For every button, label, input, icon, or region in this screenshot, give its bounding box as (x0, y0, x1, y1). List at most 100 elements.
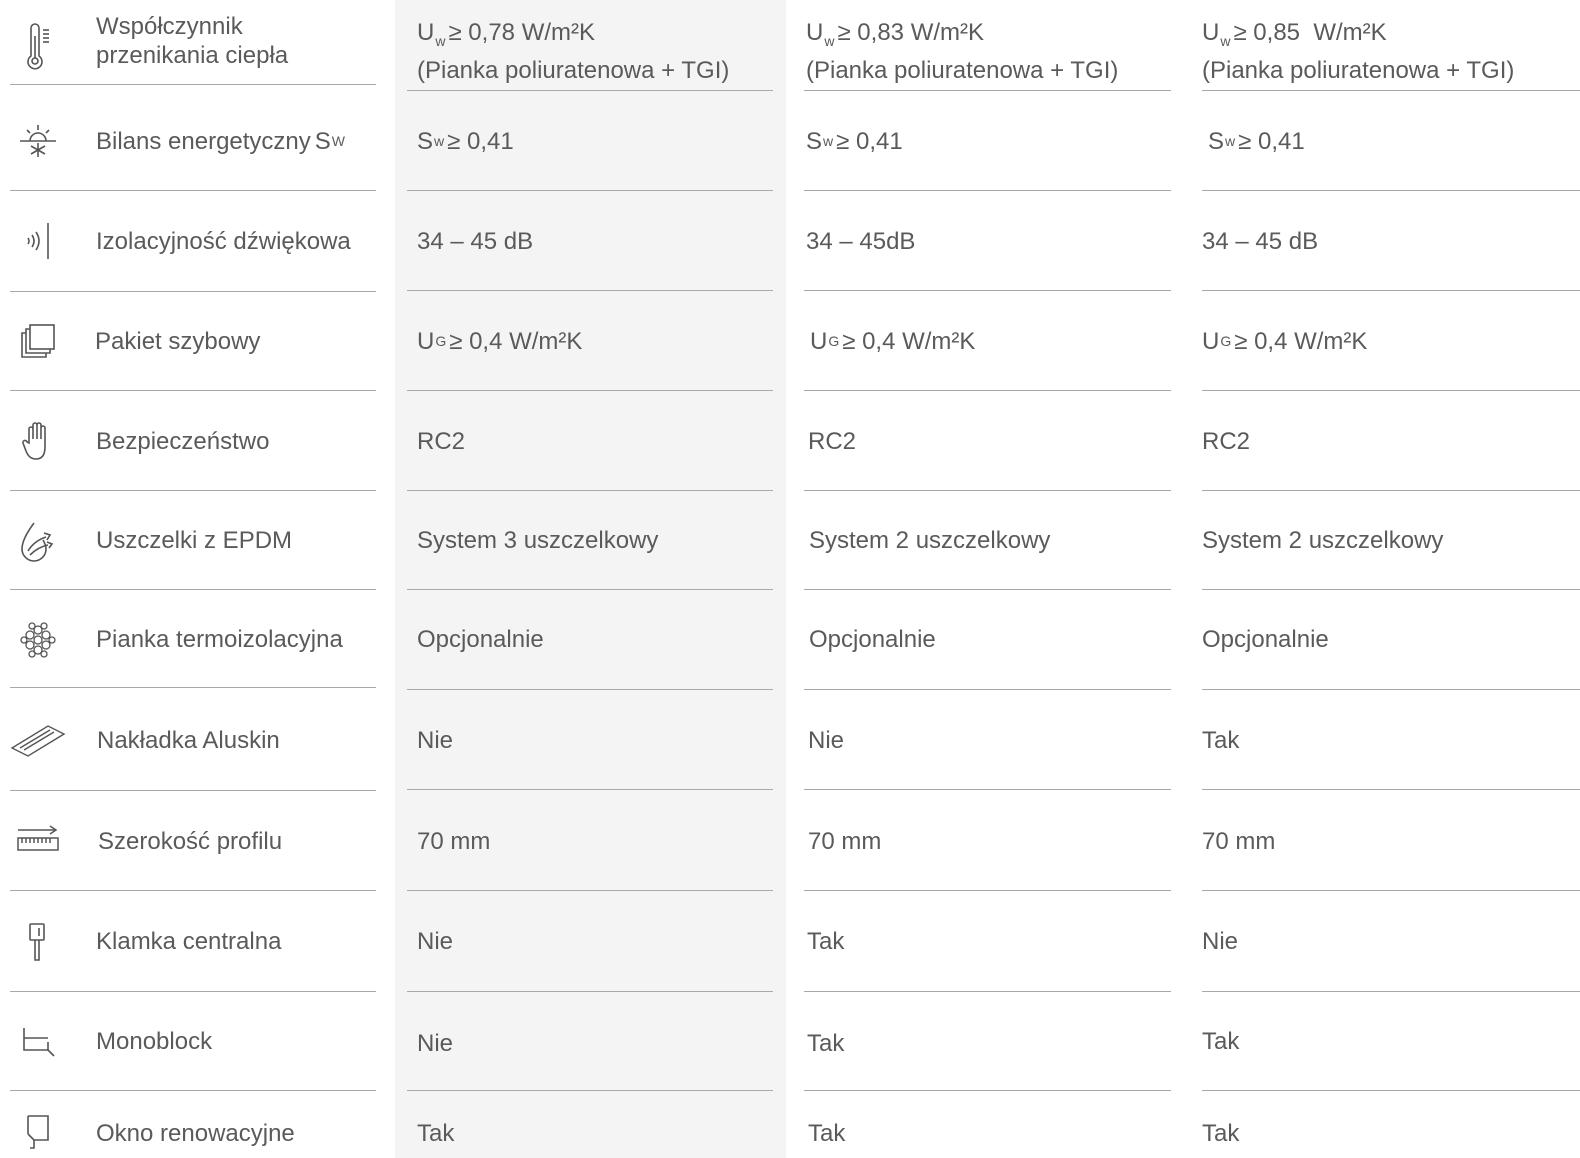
row-label: Bilans energetyczny S W (96, 91, 376, 191)
row-label: Okno renowacyjne (96, 1091, 376, 1158)
sun-snowflake-icon (14, 91, 62, 191)
value-col2: Opcjonalnie (806, 590, 1171, 689)
value-col1: Nie (417, 891, 772, 992)
value-text: Tak (1202, 1120, 1240, 1147)
row-label: Pakiet szybowy (95, 291, 375, 391)
value-text: System 2 uszczelkowy (1202, 527, 1444, 554)
value-text: Opcjonalnie (417, 626, 544, 653)
value-note: (Pianka poliuratenowa + TGI) (806, 57, 1119, 84)
value-col1: 34 – 45 dB (417, 191, 772, 291)
subscript: G (435, 332, 447, 349)
value-col1: RC2 (417, 391, 772, 491)
symbol: U (417, 327, 435, 355)
divider (1202, 789, 1580, 790)
value-text: Nie (1202, 928, 1239, 955)
label-text: Pianka termoizolacyjna (96, 626, 343, 653)
value-text: Tak (808, 1120, 846, 1147)
value-text: ≥ 0,4 W/m²K (842, 327, 976, 355)
value-text: Tak (417, 1120, 455, 1147)
water-drop-icon (14, 491, 62, 590)
label-text: Pakiet szybowy (95, 327, 261, 355)
aluskin-profile-icon (8, 689, 68, 791)
value-col3: 34 – 45 dB (1202, 191, 1572, 291)
subscript: w (1225, 132, 1236, 149)
symbol: S (417, 127, 434, 155)
subscript: w (434, 132, 445, 149)
label-text: Szerokość profilu (98, 827, 283, 855)
value-note: (Pianka poliuratenowa + TGI) (1202, 57, 1515, 84)
value-text: System 2 uszczelkowy (809, 527, 1051, 554)
value-text: 70 mm (417, 827, 491, 855)
symbol: U (417, 19, 435, 46)
value-text: ≥ 0,41 (447, 127, 514, 155)
hand-icon (14, 391, 62, 491)
value-col3: 70 mm (1202, 791, 1572, 891)
glass-panes-icon (14, 291, 62, 391)
value-text: Tak (1202, 1028, 1240, 1055)
value-col2: Sw ≥ 0,41 (806, 91, 1171, 191)
label-text: Klamka centralna (96, 928, 282, 955)
symbol: U (806, 19, 824, 46)
spec-row-sound-insulation: Izolacyjność dźwiękowa 34 – 45 dB 34 – 4… (0, 191, 1580, 292)
value-text: Opcjonalnie (1202, 626, 1329, 653)
value-col3: Sw ≥ 0,41 (1202, 91, 1572, 191)
value-col1: Nie (417, 992, 772, 1091)
subscript: w (1220, 33, 1231, 49)
subscript: G (1220, 332, 1232, 349)
value-text: Tak (807, 928, 845, 955)
row-label: Izolacyjność dźwiękowa (96, 191, 376, 291)
label-text: Uszczelki z EPDM (96, 527, 293, 554)
value-col3: Uw ≥ 0,85 W/m²K (Pianka poliuratenowa + TG… (1202, 0, 1572, 91)
divider (10, 84, 376, 85)
value-text: Opcjonalnie (809, 626, 936, 653)
value-text: Nie (417, 1030, 454, 1057)
spec-row-energy-balance: Bilans energetyczny S W Sw ≥ 0,41 Sw ≥ 0,41 … (0, 91, 1580, 191)
row-label: Szerokość profilu (98, 791, 378, 891)
value-col1: U G ≥ 0,4 W/m²K (417, 291, 772, 391)
label-text: Okno renowacyjne (96, 1120, 295, 1147)
value-col1: Nie (417, 689, 772, 791)
value-col2: 70 mm (806, 791, 1171, 891)
thermometer-icon (14, 0, 62, 91)
value-text: 34 – 45 dB (1202, 227, 1319, 255)
label-text: Nakładka Aluskin (97, 726, 280, 754)
value-col1: Sw ≥ 0,41 (417, 91, 772, 191)
value-col2: 34 – 45dB (806, 191, 1171, 291)
value-text: Nie (417, 928, 454, 955)
value-col3: U G ≥ 0,4 W/m²K (1202, 291, 1572, 391)
window-handle-icon (14, 891, 62, 992)
value-col1: 70 mm (417, 791, 772, 891)
spec-row-epdm-seals: Uszczelki z EPDM System 3 uszczelkowy Sy… (0, 491, 1580, 590)
spec-row-security: Bezpieczeństwo RC2 RC2 RC2 (0, 391, 1580, 491)
value-text: RC2 (808, 427, 857, 455)
label-text: Monoblock (96, 1028, 213, 1055)
row-label: Pianka termoizolacyjna (96, 590, 376, 689)
spec-row-thermal-transmittance: Współczynnik przenikania ciepła Uw ≥ 0,78… (0, 0, 1580, 91)
symbol: S (314, 127, 331, 155)
symbol: S (806, 127, 823, 155)
value-text: ≥ 0,4 W/m²K (449, 327, 583, 355)
value-text: RC2 (417, 427, 466, 455)
label-text: Bezpieczeństwo (96, 427, 270, 455)
row-label: Klamka centralna (96, 891, 376, 992)
foam-bubbles-icon (14, 590, 62, 689)
value-text: ≥ 0,4 W/m²K (1234, 327, 1368, 355)
symbol: S (1208, 127, 1225, 155)
value-text: ≥ 0,78 W/m²K (448, 19, 595, 46)
divider (804, 789, 1171, 790)
value-text: RC2 (1202, 427, 1251, 455)
divider (10, 687, 376, 688)
value-col1: Opcjonalnie (417, 590, 772, 689)
spec-row-central-handle: Klamka centralna Nie Tak Nie (0, 891, 1580, 992)
value-note: (Pianka poliuratenowa + TGI) (417, 57, 730, 84)
value-text: ≥ 0,83 W/m²K (837, 19, 984, 46)
value-col3: System 2 uszczelkowy (1202, 491, 1572, 590)
value-col3: RC2 (1202, 391, 1572, 491)
spec-row-profile-width: Szerokość profilu 70 mm 70 mm 70 mm (0, 791, 1580, 891)
value-col2: Nie (806, 689, 1171, 791)
sound-waves-icon (14, 191, 62, 291)
value-text: Nie (417, 726, 454, 754)
value-col1: Tak (417, 1091, 772, 1158)
value-col2: System 2 uszczelkowy (806, 491, 1171, 590)
value-text: ≥ 0,41 (1238, 127, 1305, 155)
